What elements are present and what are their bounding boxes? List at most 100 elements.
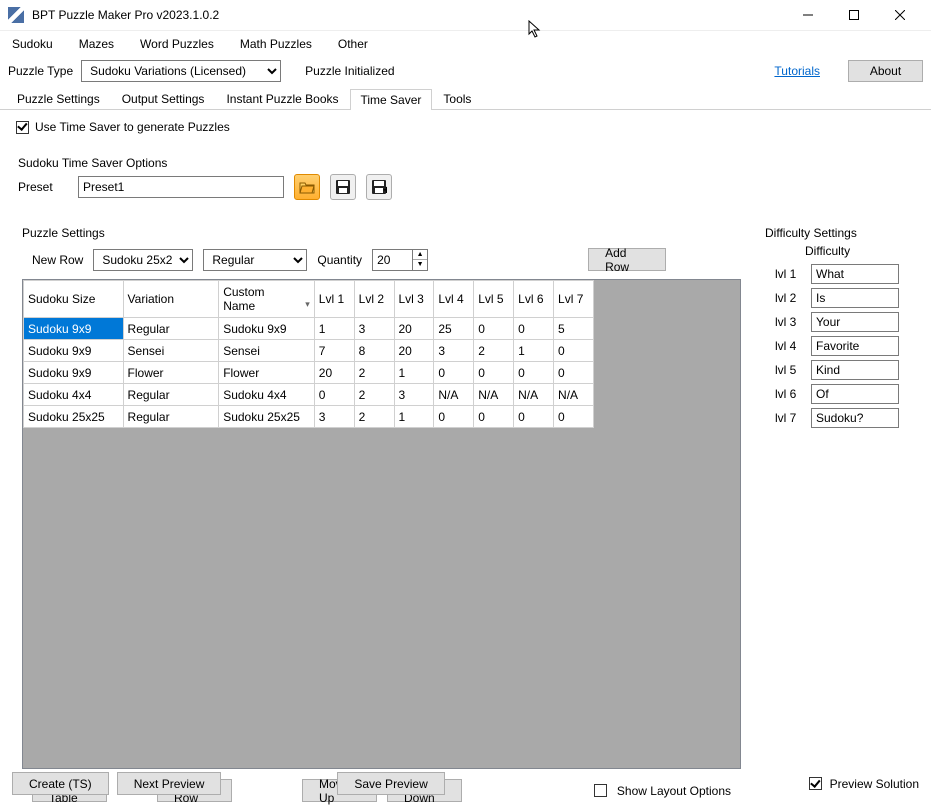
table-cell[interactable]: Regular: [123, 318, 219, 340]
table-header[interactable]: Sudoku Size: [24, 281, 124, 318]
table-cell[interactable]: 0: [514, 362, 554, 384]
table-cell[interactable]: Sudoku 9x9: [219, 318, 315, 340]
table-cell[interactable]: 1: [314, 318, 354, 340]
preview-solution-checkbox[interactable]: [809, 777, 822, 790]
table-cell[interactable]: 0: [514, 318, 554, 340]
menu-other[interactable]: Other: [334, 33, 372, 55]
table-cell[interactable]: 20: [314, 362, 354, 384]
table-cell[interactable]: 0: [554, 340, 594, 362]
table-cell[interactable]: 0: [314, 384, 354, 406]
quantity-stepper[interactable]: ▲▼: [412, 249, 428, 271]
table-row[interactable]: Sudoku 9x9SenseiSensei78203210: [24, 340, 594, 362]
difficulty-level-input[interactable]: [811, 360, 899, 380]
table-cell[interactable]: 0: [434, 362, 474, 384]
menu-sudoku[interactable]: Sudoku: [8, 33, 57, 55]
menu-word-puzzles[interactable]: Word Puzzles: [136, 33, 218, 55]
difficulty-level-input[interactable]: [811, 312, 899, 332]
save-preview-button[interactable]: Save Preview: [337, 772, 444, 795]
difficulty-level-input[interactable]: [811, 408, 899, 428]
table-cell[interactable]: 3: [394, 384, 434, 406]
table-cell[interactable]: Sudoku 9x9: [24, 340, 124, 362]
use-time-saver-checkbox[interactable]: [16, 121, 29, 134]
table-cell[interactable]: Flower: [123, 362, 219, 384]
preset-open-button[interactable]: [294, 174, 320, 200]
difficulty-level-input[interactable]: [811, 288, 899, 308]
preset-save-button[interactable]: [330, 174, 356, 200]
menu-math-puzzles[interactable]: Math Puzzles: [236, 33, 316, 55]
table-cell[interactable]: 0: [554, 362, 594, 384]
table-cell[interactable]: 2: [474, 340, 514, 362]
tab-time-saver[interactable]: Time Saver: [350, 89, 433, 110]
table-cell[interactable]: Flower: [219, 362, 315, 384]
about-button[interactable]: About: [848, 60, 923, 82]
difficulty-level-input[interactable]: [811, 384, 899, 404]
table-cell[interactable]: Sudoku 9x9: [24, 362, 124, 384]
table-header[interactable]: Lvl 1: [314, 281, 354, 318]
table-cell[interactable]: 0: [474, 318, 514, 340]
table-row[interactable]: Sudoku 25x25RegularSudoku 25x253210000: [24, 406, 594, 428]
table-cell[interactable]: Sensei: [219, 340, 315, 362]
puzzle-type-select[interactable]: Sudoku Variations (Licensed): [81, 60, 281, 82]
new-row-size-select[interactable]: Sudoku 25x25: [93, 249, 193, 271]
window-close-button[interactable]: [877, 0, 923, 30]
table-cell[interactable]: 0: [554, 406, 594, 428]
table-cell[interactable]: N/A: [474, 384, 514, 406]
table-cell[interactable]: 0: [514, 406, 554, 428]
table-cell[interactable]: 1: [394, 406, 434, 428]
table-header[interactable]: Lvl 2: [354, 281, 394, 318]
table-header[interactable]: Lvl 3: [394, 281, 434, 318]
table-cell[interactable]: 3: [434, 340, 474, 362]
table-cell[interactable]: Sensei: [123, 340, 219, 362]
table-cell[interactable]: Sudoku 4x4: [24, 384, 124, 406]
create-button[interactable]: Create (TS): [12, 772, 109, 795]
table-cell[interactable]: 25: [434, 318, 474, 340]
new-row-variation-select[interactable]: Regular: [203, 249, 307, 271]
quantity-input[interactable]: [372, 249, 412, 271]
tab-puzzle-settings[interactable]: Puzzle Settings: [6, 88, 111, 109]
table-header[interactable]: Variation: [123, 281, 219, 318]
tutorials-link[interactable]: Tutorials: [774, 64, 820, 78]
table-cell[interactable]: 2: [354, 406, 394, 428]
table-header[interactable]: Lvl 6: [514, 281, 554, 318]
difficulty-level-input[interactable]: [811, 336, 899, 356]
table-row[interactable]: Sudoku 9x9RegularSudoku 9x9132025005: [24, 318, 594, 340]
tab-output-settings[interactable]: Output Settings: [111, 88, 216, 109]
table-cell[interactable]: 3: [354, 318, 394, 340]
table-cell[interactable]: 0: [474, 406, 514, 428]
preset-save-as-button[interactable]: +: [366, 174, 392, 200]
table-cell[interactable]: N/A: [554, 384, 594, 406]
table-cell[interactable]: Sudoku 25x25: [219, 406, 315, 428]
table-cell[interactable]: 0: [474, 362, 514, 384]
table-cell[interactable]: 20: [394, 318, 434, 340]
table-cell[interactable]: 5: [554, 318, 594, 340]
table-cell[interactable]: N/A: [434, 384, 474, 406]
table-cell[interactable]: 3: [314, 406, 354, 428]
add-row-button[interactable]: Add Row: [588, 248, 666, 271]
table-cell[interactable]: 2: [354, 362, 394, 384]
next-preview-button[interactable]: Next Preview: [117, 772, 222, 795]
preset-input[interactable]: [78, 176, 284, 198]
table-cell[interactable]: 1: [394, 362, 434, 384]
table-cell[interactable]: Sudoku 4x4: [219, 384, 315, 406]
table-row[interactable]: Sudoku 4x4RegularSudoku 4x4023N/AN/AN/AN…: [24, 384, 594, 406]
tab-instant-puzzle-books[interactable]: Instant Puzzle Books: [215, 88, 349, 109]
table-cell[interactable]: Regular: [123, 384, 219, 406]
table-cell[interactable]: Sudoku 9x9: [24, 318, 124, 340]
table-cell[interactable]: N/A: [514, 384, 554, 406]
table-cell[interactable]: 2: [354, 384, 394, 406]
table-header[interactable]: Lvl 5: [474, 281, 514, 318]
menu-mazes[interactable]: Mazes: [75, 33, 118, 55]
table-header[interactable]: Lvl 4: [434, 281, 474, 318]
table-cell[interactable]: 1: [514, 340, 554, 362]
table-cell[interactable]: Regular: [123, 406, 219, 428]
puzzle-table[interactable]: Sudoku SizeVariationCustomName▾Lvl 1Lvl …: [22, 279, 741, 769]
table-cell[interactable]: Sudoku 25x25: [24, 406, 124, 428]
table-cell[interactable]: 8: [354, 340, 394, 362]
table-header[interactable]: CustomName▾: [219, 281, 315, 318]
table-row[interactable]: Sudoku 9x9FlowerFlower20210000: [24, 362, 594, 384]
table-cell[interactable]: 20: [394, 340, 434, 362]
window-minimize-button[interactable]: [785, 0, 831, 30]
window-maximize-button[interactable]: [831, 0, 877, 30]
difficulty-level-input[interactable]: [811, 264, 899, 284]
table-header[interactable]: Lvl 7: [554, 281, 594, 318]
